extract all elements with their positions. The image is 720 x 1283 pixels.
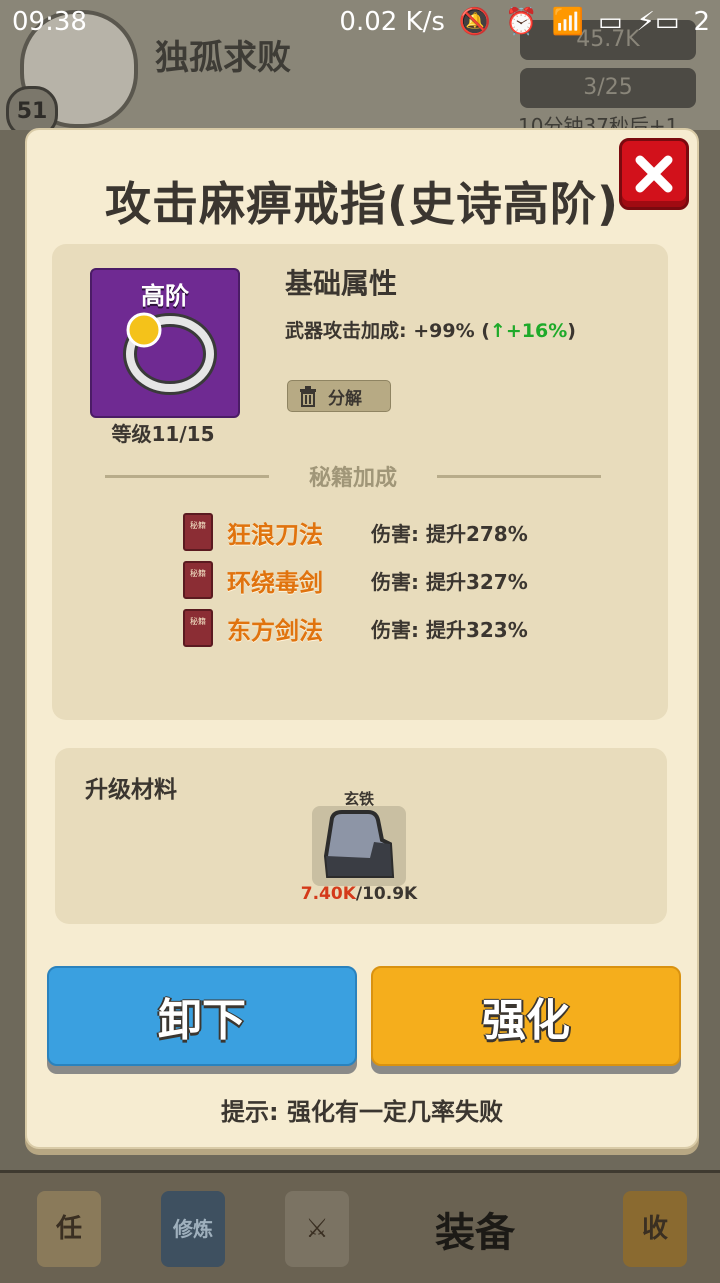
stat-text: 武器攻击加成: +99% ( <box>285 320 490 342</box>
ring-icon <box>123 312 217 395</box>
manual-row: 秘籍 狂浪刀法 伤害: 提升278% <box>183 512 528 552</box>
nav-train[interactable]: 修炼 <box>138 1181 248 1277</box>
materials-heading: 升级材料 <box>85 777 177 803</box>
manual-name: 东方剑法 <box>227 616 323 645</box>
manual-effect: 伤害: 提升327% <box>371 569 528 594</box>
material-need: /10.9K <box>355 884 418 904</box>
manual-section-divider: 秘籍加成 <box>105 460 601 491</box>
item-detail-dialog: 攻击麻痹戒指(史诗高阶) 高阶 等级11/15 基础属性 武器攻击加成: +99… <box>25 128 699 1149</box>
stat-close: ) <box>567 320 576 342</box>
treasure-icon: 收 <box>623 1191 687 1267</box>
manual-effect: 伤害: 提升323% <box>371 617 528 642</box>
scroll-icon: 任 <box>37 1191 101 1267</box>
enhance-hint: 提示: 强化有一定几率失败 <box>221 1098 503 1126</box>
status-right: 0.02 K/s 🔕 ⏰ 📶 ▭ ⚡▭ 2 <box>339 0 710 44</box>
ring-item-icon: 高阶 <box>90 268 240 418</box>
manual-name: 狂浪刀法 <box>227 520 323 549</box>
decompose-button[interactable]: 分解 <box>287 380 391 412</box>
battery-icon: ⚡▭ <box>636 7 680 37</box>
nav-battle[interactable]: ⚔ <box>262 1181 372 1277</box>
crossed-swords-icon: ⚔ <box>285 1191 349 1267</box>
material-have: 7.40K <box>300 884 356 904</box>
battery-level: 2 <box>693 7 710 37</box>
nav-equip[interactable]: 装备 <box>420 1181 530 1277</box>
book-icon: 修炼 <box>161 1191 225 1267</box>
material-slot[interactable] <box>312 806 406 886</box>
manual-book-icon: 秘籍 <box>183 561 213 599</box>
manual-name: 环绕毒剑 <box>227 568 323 597</box>
close-button[interactable] <box>619 138 689 210</box>
enhance-label: 强化 <box>482 995 570 1046</box>
unequip-button[interactable]: 卸下 <box>47 966 357 1066</box>
divider-line-right <box>437 475 601 478</box>
unequip-label: 卸下 <box>158 995 246 1046</box>
manual-row: 秘籍 环绕毒剑 伤害: 提升327% <box>183 560 528 600</box>
attack-bonus-stat: 武器攻击加成: +99% (↑+16%) <box>285 316 576 343</box>
screen-icon: ▭ <box>598 7 623 37</box>
alarm-icon: ⏰ <box>505 7 538 37</box>
iron-ore-icon <box>323 810 395 878</box>
enhance-button[interactable]: 强化 <box>371 966 681 1066</box>
energy-counter: 3/25 <box>520 68 696 108</box>
item-level: 等级11/15 <box>111 422 215 446</box>
base-attr-heading: 基础属性 <box>285 267 398 300</box>
bottom-navigation: 任 修炼 ⚔ 装备 收 <box>0 1170 720 1283</box>
manual-row: 秘籍 东方剑法 伤害: 提升323% <box>183 608 528 648</box>
trash-icon <box>300 386 316 407</box>
manual-book-icon: 秘籍 <box>183 609 213 647</box>
nav-equip-label: 装备 <box>435 1210 515 1256</box>
nav-collect[interactable]: 收 <box>600 1181 710 1277</box>
stat-increase: ↑+16% <box>489 320 568 342</box>
dialog-title: 攻击麻痹戒指(史诗高阶) <box>104 177 620 231</box>
network-speed: 0.02 K/s <box>339 7 445 37</box>
wifi-icon: 📶 <box>551 7 585 37</box>
close-icon <box>635 155 673 193</box>
manual-book-icon: 秘籍 <box>183 513 213 551</box>
status-bar: 09:38 0.02 K/s 🔕 ⏰ 📶 ▭ ⚡▭ 2 <box>0 0 720 44</box>
mute-icon: 🔕 <box>458 7 492 37</box>
material-count: 7.40K/10.9K <box>259 884 459 904</box>
status-time: 09:38 <box>12 7 87 37</box>
nav-tasks[interactable]: 任 <box>14 1181 124 1277</box>
manual-effect: 伤害: 提升278% <box>371 521 528 546</box>
decompose-label: 分解 <box>328 388 362 409</box>
